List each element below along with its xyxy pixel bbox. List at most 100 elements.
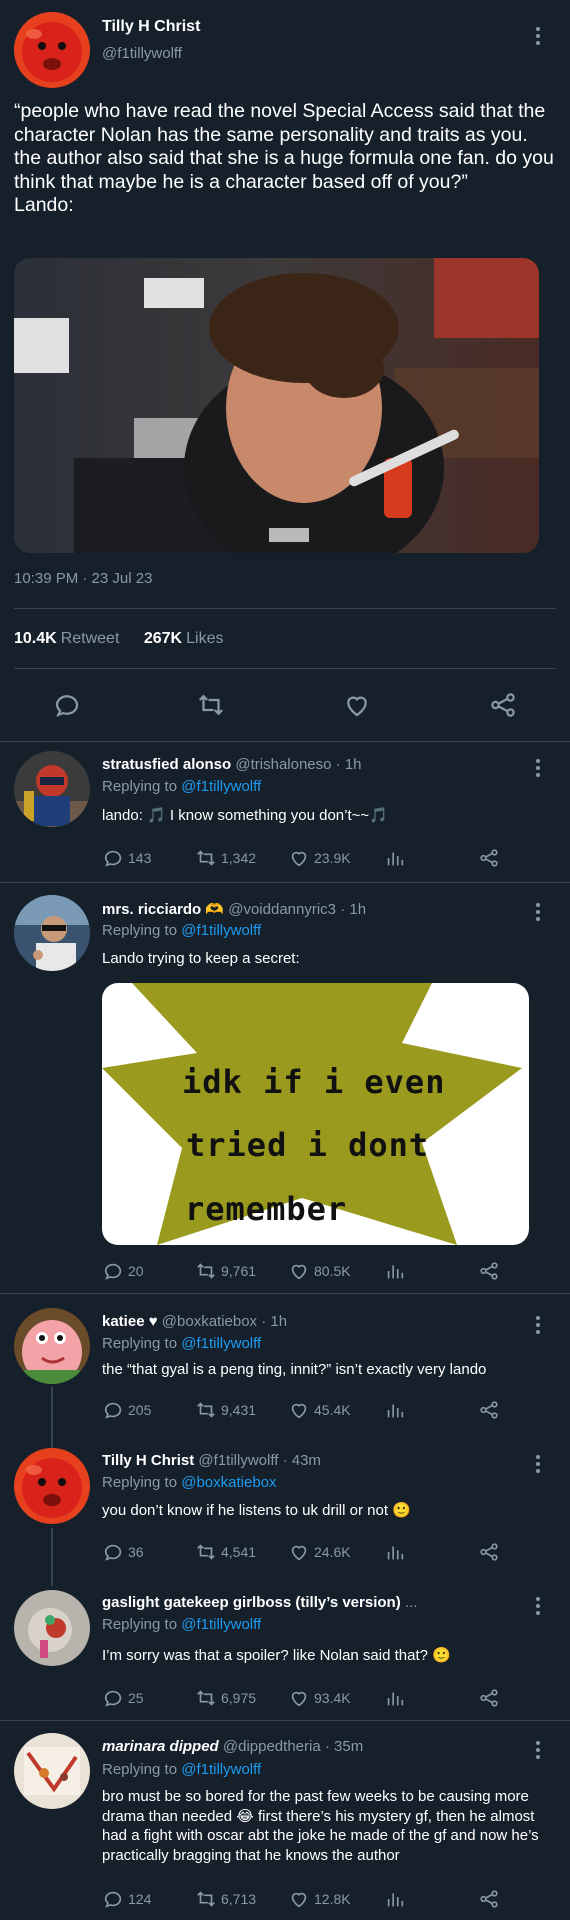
replying-to: Replying to @f1tillywolff [102, 1616, 261, 1633]
meme-text-line: remember [185, 1190, 348, 1228]
reply-header: stratusfied alonso @trishaloneso · 1h [102, 756, 362, 773]
reply-icon [104, 1891, 122, 1908]
avatar[interactable] [14, 1733, 90, 1809]
reply-time[interactable]: · 43m [283, 1452, 321, 1469]
reply-button[interactable]: 124 [102, 1887, 151, 1911]
more-icon[interactable] [536, 1313, 540, 1337]
reply-author-handle[interactable]: @f1tillywolff [198, 1452, 278, 1469]
more-icon[interactable] [536, 756, 540, 780]
avatar[interactable] [14, 1308, 90, 1384]
heart-icon[interactable] [342, 690, 372, 720]
replying-to-handle[interactable]: @f1tillywolff [181, 1616, 261, 1633]
retweet-label[interactable]: Retweet [61, 630, 120, 647]
like-button[interactable]: 23.9K [288, 846, 351, 870]
reply-author-name[interactable]: gaslight gatekeep girlboss (tilly’s vers… [102, 1594, 401, 1611]
retweet-button[interactable]: 6,975 [195, 1686, 256, 1710]
retweet-button[interactable]: 9,431 [195, 1398, 256, 1422]
reply-author-handle[interactable]: @boxkatiebox [162, 1313, 257, 1330]
like-count[interactable]: 267K [144, 630, 182, 647]
reply-button[interactable]: 25 [102, 1686, 144, 1710]
reply-button[interactable]: 205 [102, 1398, 151, 1422]
tweet-timestamp[interactable]: 10:39 PM · 23 Jul 23 [14, 570, 152, 587]
retweet-button[interactable]: 4,541 [195, 1540, 256, 1564]
reply-icon[interactable] [52, 690, 82, 720]
meme-text-line: idk if i even [182, 1063, 446, 1101]
reply-author-name[interactable]: katiee ♥ [102, 1313, 158, 1330]
retweet-button[interactable]: 6,713 [195, 1887, 256, 1911]
like-label[interactable]: Likes [186, 630, 223, 647]
analytics-button[interactable] [384, 1398, 410, 1422]
reply-author-handle[interactable]: @voiddannyric3 [228, 901, 336, 918]
reply-author-name[interactable]: marinara dipped [102, 1738, 219, 1755]
retweet-button[interactable]: 1,342 [195, 846, 256, 870]
replying-to-handle[interactable]: @f1tillywolff [181, 778, 261, 795]
reply-button[interactable]: 143 [102, 846, 151, 870]
share-button[interactable] [478, 846, 504, 870]
avatar[interactable] [14, 751, 90, 827]
share-button[interactable] [478, 1259, 504, 1283]
author-handle[interactable]: @f1tillywolff [102, 45, 182, 62]
reply-button[interactable]: 36 [102, 1540, 144, 1564]
analytics-button[interactable] [384, 1887, 410, 1911]
share-button[interactable] [478, 1398, 504, 1422]
author-name[interactable]: Tilly H Christ [102, 18, 200, 36]
analytics-button[interactable] [384, 1540, 410, 1564]
reply-actions: 20 9,761 80.5K [102, 1259, 522, 1283]
reply-tweet[interactable]: stratusfied alonso @trishaloneso · 1h Re… [0, 742, 570, 882]
share-icon[interactable] [488, 690, 518, 720]
reply-author-handle[interactable]: @dippedtheria [223, 1738, 321, 1755]
like-button[interactable]: 12.8K [288, 1887, 351, 1911]
share-button[interactable] [478, 1887, 504, 1911]
avatar[interactable] [14, 12, 90, 88]
avatar[interactable] [14, 1590, 90, 1666]
avatar[interactable] [14, 1448, 90, 1524]
reply-tweet[interactable]: katiee ♥ @boxkatiebox · 1h Replying to @… [0, 1294, 570, 1434]
share-button[interactable] [478, 1540, 504, 1564]
replying-to-handle[interactable]: @f1tillywolff [181, 1761, 261, 1778]
share-button[interactable] [478, 1686, 504, 1710]
replying-to: Replying to @f1tillywolff [102, 1335, 261, 1352]
reply-time[interactable]: · 1h [261, 1313, 287, 1330]
more-icon[interactable] [536, 1738, 540, 1762]
reply-photo[interactable]: idk if i even tried i dont remember [102, 983, 529, 1245]
reply-author-name[interactable]: Tilly H Christ [102, 1452, 194, 1469]
like-button[interactable]: 24.6K [288, 1540, 351, 1564]
analytics-button[interactable] [384, 1259, 410, 1283]
more-icon[interactable] [536, 1452, 540, 1476]
reply-text: lando: 🎵 I know something you don’t~~🎵 [102, 807, 388, 824]
like-button[interactable]: 45.4K [288, 1398, 351, 1422]
more-icon[interactable] [536, 1594, 540, 1618]
divider [14, 608, 556, 609]
retweet-icon[interactable] [196, 690, 226, 720]
reply-tweet[interactable]: Tilly H Christ @f1tillywolff · 43m Reply… [0, 1434, 570, 1580]
replying-to-handle[interactable]: @f1tillywolff [181, 922, 261, 939]
reply-author-name[interactable]: stratusfied alonso [102, 756, 231, 773]
share-icon [480, 1689, 498, 1707]
reply-time[interactable]: · 35m [325, 1738, 363, 1755]
replying-to-handle[interactable]: @boxkatiebox [181, 1474, 276, 1491]
reply-tweet[interactable]: marinara dipped @dippedtheria · 35m Repl… [0, 1721, 570, 1920]
reply-actions: 36 4,541 24.6K [102, 1540, 522, 1564]
retweet-count[interactable]: 10.4K [14, 630, 57, 647]
replying-to-handle[interactable]: @f1tillywolff [181, 1335, 261, 1352]
tweet-photo[interactable] [14, 258, 539, 553]
analytics-button[interactable] [384, 1686, 410, 1710]
reply-author-handle[interactable]: ... [405, 1594, 418, 1611]
like-button[interactable]: 80.5K [288, 1259, 351, 1283]
reply-author-handle[interactable]: @trishaloneso [235, 756, 331, 773]
more-icon[interactable] [536, 900, 540, 924]
tweet-stats: 10.4K Retweet 267K Likes [14, 630, 243, 648]
reply-tweet[interactable]: gaslight gatekeep girlboss (tilly’s vers… [0, 1580, 570, 1720]
reply-icon [104, 1544, 122, 1561]
replying-label: Replying to [102, 778, 178, 795]
reply-author-name[interactable]: mrs. ricciardo 🫶 [102, 901, 224, 918]
analytics-button[interactable] [384, 846, 410, 870]
reply-button[interactable]: 20 [102, 1259, 144, 1283]
reply-time[interactable]: · 1h [340, 901, 366, 918]
reply-actions: 205 9,431 45.4K [102, 1398, 522, 1422]
more-icon[interactable] [536, 24, 540, 48]
avatar[interactable] [14, 895, 90, 971]
reply-time[interactable]: · 1h [336, 756, 362, 773]
retweet-button[interactable]: 9,761 [195, 1259, 256, 1283]
like-button[interactable]: 93.4K [288, 1686, 351, 1710]
